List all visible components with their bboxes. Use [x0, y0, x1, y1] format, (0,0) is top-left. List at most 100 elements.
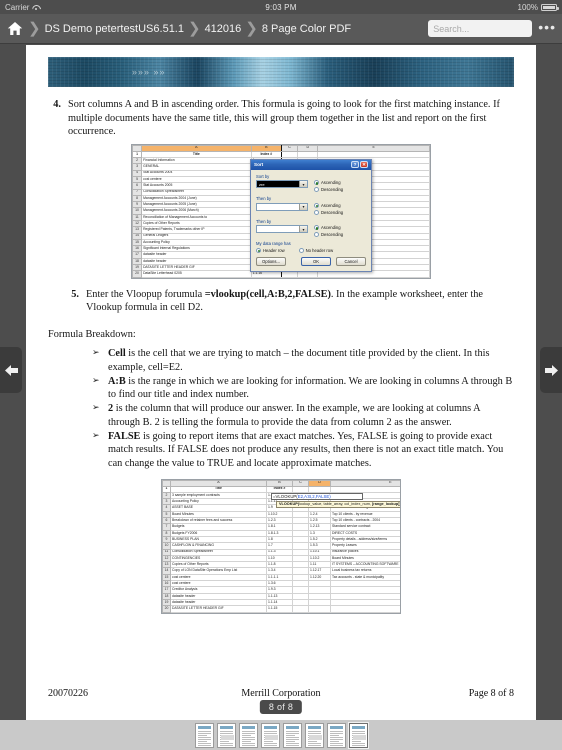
thumbnail-strip[interactable]: [0, 720, 562, 750]
document-viewport[interactable]: 4. Sort columns A and B in ascending ord…: [0, 45, 562, 750]
step-4-text: Sort columns A and B in ascending order.…: [68, 99, 500, 138]
thumb-block: [352, 734, 366, 740]
thumbnail-page-6[interactable]: [304, 722, 324, 748]
thumbnail-page-7[interactable]: [326, 722, 346, 748]
then-by-2-label: Then by: [256, 218, 272, 224]
thumb-line: [285, 742, 299, 744]
cell-a[interactable]: DataSite Letterhead 0205: [141, 270, 252, 278]
thumbnail-page-4[interactable]: [260, 722, 280, 748]
no-header-row-radio[interactable]: No header row: [298, 247, 333, 253]
search-box[interactable]: [428, 20, 533, 37]
arrow-bullet-icon: ➢: [92, 374, 100, 385]
tooltip-arguments: lookup_value, table_array, col_index_num…: [299, 502, 373, 507]
cell-e[interactable]: [317, 270, 430, 278]
then-by-2-ascending-radio[interactable]: Ascending: [314, 225, 343, 231]
cell-e[interactable]: [330, 605, 400, 613]
thumb-line: [351, 732, 365, 734]
thumb-line: [242, 747, 251, 748]
thumb-banner: [285, 725, 299, 729]
sort-by-select[interactable]: zre ▾: [256, 180, 308, 189]
breadcrumb-item-root[interactable]: DS Demo petertestUS6.51.1: [43, 23, 186, 35]
ok-button[interactable]: OK: [301, 256, 331, 266]
cancel-button[interactable]: Cancel: [336, 256, 366, 266]
close-icon[interactable]: ✕: [360, 161, 368, 169]
radio-icon: [314, 225, 319, 231]
radio-label: Ascending: [321, 202, 341, 208]
formula-entry-cell[interactable]: =VLOOKUP(E2,A:B,2,FALSE): [271, 492, 363, 501]
footer-date: 20070226: [48, 688, 88, 699]
breadcrumb-separator: ❯: [28, 20, 41, 37]
thumb-line: [219, 730, 233, 732]
then-by-2-select[interactable]: ▾: [256, 225, 308, 234]
chevron-down-icon[interactable]: ▾: [299, 203, 307, 210]
cell-c[interactable]: [292, 605, 309, 613]
battery-full-icon: [541, 3, 559, 11]
bullet-text: Cell is the cell that we are trying to m…: [108, 347, 514, 374]
radio-label: Descending: [321, 209, 344, 215]
thumb-line: [241, 738, 255, 740]
sort-by-descending-radio[interactable]: Descending: [314, 187, 343, 193]
ellipsis-icon[interactable]: •••: [538, 20, 556, 34]
thumbnail-page-1[interactable]: [194, 722, 214, 748]
sort-by-direction-group: Ascending Descending: [314, 180, 343, 193]
thumb-line: [241, 742, 255, 744]
then-by-1-ascending-radio[interactable]: Ascending: [314, 202, 343, 208]
home-button[interactable]: [4, 18, 26, 40]
thumb-line: [308, 747, 317, 748]
bullet-body: is the range in which we are looking for…: [108, 375, 513, 401]
thumb-line: [285, 734, 295, 736]
thumb-line: [329, 732, 343, 734]
thumbnail-page-8[interactable]: [348, 722, 368, 748]
breadcrumb-item-document[interactable]: 8 Page Color PDF: [260, 23, 353, 35]
navbar-right-group: •••: [428, 20, 556, 37]
thumb-line: [285, 738, 299, 740]
sort-by-ascending-radio[interactable]: Ascending: [314, 180, 343, 186]
sort-dialog[interactable]: Sort ? ✕ Sort by zre ▾ Ascending Descend…: [250, 158, 372, 272]
cell-a[interactable]: DATASITE LETTER HEADER GIF: [170, 605, 267, 613]
thumb-line: [330, 747, 339, 748]
spreadsheet-figure-2: A B C D E 1 Title Index # 2 3 sample emp…: [161, 478, 401, 614]
cell-b[interactable]: 1.1.16: [250, 270, 282, 278]
then-by-1-select[interactable]: ▾: [256, 202, 308, 211]
data-range-label: My data range has: [256, 241, 291, 247]
then-by-2-direction-group: Ascending Descending: [314, 225, 343, 238]
bullet-body: is the column that will produce our answ…: [108, 403, 481, 428]
arrow-bullet-icon: ➢: [92, 402, 100, 413]
header-row-radio[interactable]: Header row: [256, 247, 285, 253]
document-header-banner: [48, 57, 514, 87]
thumbnail-page-2[interactable]: [216, 722, 236, 748]
previous-page-button[interactable]: [0, 347, 22, 393]
thumbnail-page-5[interactable]: [282, 722, 302, 748]
then-by-1-descending-radio[interactable]: Descending: [314, 209, 344, 215]
bullet-term: FALSE: [108, 430, 141, 442]
cell-d[interactable]: [308, 605, 331, 613]
chevron-down-icon[interactable]: ▾: [299, 181, 307, 188]
thumb-line: [286, 747, 295, 748]
cell-d[interactable]: [297, 270, 319, 278]
thumb-line: [241, 734, 251, 736]
row-header[interactable]: 20: [162, 605, 171, 613]
thumb-line: [329, 730, 343, 732]
thumb-line: [219, 740, 229, 742]
options-button[interactable]: Options...: [256, 256, 286, 266]
thumbnail-page-3[interactable]: [238, 722, 258, 748]
radio-icon: [256, 247, 261, 253]
cell-b[interactable]: 1.1.15: [266, 605, 293, 613]
thumb-line: [285, 732, 299, 734]
document-body: 4. Sort columns A and B in ascending ord…: [48, 98, 514, 614]
thumb-banner: [219, 725, 233, 729]
thumb-line: [263, 744, 277, 746]
thumb-line: [329, 738, 343, 740]
bullet-term: A:B: [108, 375, 126, 387]
thumb-line: [241, 732, 255, 734]
chevron-down-icon[interactable]: ▾: [299, 226, 307, 233]
help-button[interactable]: ?: [351, 161, 359, 169]
cell-c[interactable]: [280, 270, 299, 278]
then-by-2-descending-radio[interactable]: Descending: [314, 232, 343, 238]
row-header[interactable]: 20: [132, 270, 143, 278]
breadcrumb-item-folder[interactable]: 412016: [203, 23, 244, 35]
search-input[interactable]: [433, 23, 528, 34]
next-page-button[interactable]: [540, 347, 562, 393]
thumb-line: [329, 740, 339, 742]
thumb-banner: [307, 725, 321, 729]
